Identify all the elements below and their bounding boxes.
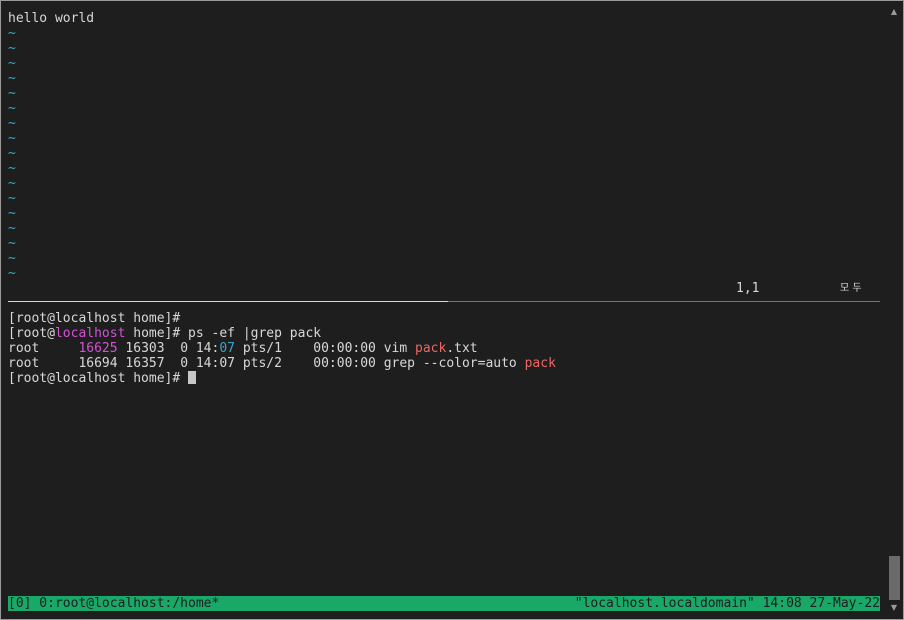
- shell-active-prompt-line[interactable]: [root@localhost home]#: [8, 371, 197, 386]
- vim-buffer-line: hello world: [8, 11, 95, 26]
- vim-empty-line-marker: ~: [8, 26, 16, 41]
- vim-empty-line-marker: ~: [8, 176, 16, 191]
- terminal-window[interactable]: hello world ~ ~ ~ ~ ~ ~ ~ ~ ~ ~ ~ ~ ~ ~ …: [0, 0, 904, 620]
- prompt-hostname: localhost: [54, 326, 126, 341]
- vim-empty-line-marker: ~: [8, 146, 16, 161]
- ps-command-suffix: .txt: [446, 341, 478, 356]
- scrollbar-thumb[interactable]: [889, 556, 900, 600]
- scroll-up-arrow-icon[interactable]: ▲: [886, 4, 902, 20]
- vim-empty-line-marker: ~: [8, 251, 16, 266]
- prompt-close: home]#: [125, 326, 181, 341]
- vim-empty-line-marker: ~: [8, 266, 16, 281]
- ps-command: pts/2 00:00:00 grep --color=auto: [235, 356, 525, 371]
- prompt-open: [root@: [8, 326, 55, 341]
- vim-empty-line-marker: ~: [8, 116, 16, 131]
- grep-match: pack: [524, 356, 556, 371]
- terminal-screen[interactable]: hello world ~ ~ ~ ~ ~ ~ ~ ~ ~ ~ ~ ~ ~ ~ …: [2, 2, 886, 618]
- tmux-status-bar: [0] 0:root@localhost:/home* "localhost.l…: [8, 596, 880, 611]
- ps-output-row: root 16625 16303 0 14:07 pts/1 00:00:00 …: [8, 341, 478, 356]
- shell-prompt: [root@localhost home]#: [8, 311, 181, 326]
- tmux-status-right: "localhost.localdomain" 14:08 27-May-22: [574, 596, 880, 611]
- vim-empty-line-marker: ~: [8, 191, 16, 206]
- vim-mode-indicator: 모 두: [840, 283, 862, 294]
- vim-empty-line-marker: ~: [8, 236, 16, 251]
- ps-user: root: [8, 356, 79, 371]
- active-pane-border: [448, 301, 880, 302]
- pane-divider[interactable]: [8, 301, 880, 302]
- vim-empty-line-marker: ~: [8, 41, 16, 56]
- ps-fields: 16357 0 14:: [117, 356, 220, 371]
- vim-empty-line-marker: ~: [8, 86, 16, 101]
- vim-empty-line-marker: ~: [8, 206, 16, 221]
- ps-fields: 16303 0 14:: [117, 341, 220, 356]
- vim-empty-line-marker: ~: [8, 71, 16, 86]
- vim-ruler-position: 1,1: [736, 281, 760, 296]
- vim-empty-line-marker: ~: [8, 161, 16, 176]
- shell-command-line: [root@localhost home]# ps -ef |grep pack: [8, 326, 321, 341]
- text-cursor: [188, 371, 197, 384]
- vim-empty-line-marker: ~: [8, 221, 16, 236]
- vertical-scrollbar[interactable]: ▲ ▼: [886, 2, 902, 618]
- vim-empty-line-marker: ~: [8, 131, 16, 146]
- grep-match: pack: [415, 341, 447, 356]
- ps-start-minutes: 07: [219, 341, 235, 356]
- ps-pid: 16625: [78, 341, 118, 356]
- tmux-window-list[interactable]: [0] 0:root@localhost:/home*: [8, 596, 219, 611]
- vim-empty-line-marker: ~: [8, 56, 16, 71]
- vim-empty-line-marker: ~: [8, 101, 16, 116]
- ps-start-minutes: 07: [219, 356, 235, 371]
- scroll-down-arrow-icon[interactable]: ▼: [886, 600, 902, 616]
- shell-command: ps -ef |grep pack: [180, 326, 322, 341]
- shell-prompt: [root@localhost home]#: [8, 371, 181, 386]
- ps-pid: 16694: [78, 356, 118, 371]
- ps-command: pts/1 00:00:00 vim: [235, 341, 416, 356]
- ps-user: root: [8, 341, 79, 356]
- ps-output-row: root 16694 16357 0 14:07 pts/2 00:00:00 …: [8, 356, 556, 371]
- shell-prompt-line: [root@localhost home]#: [8, 311, 180, 326]
